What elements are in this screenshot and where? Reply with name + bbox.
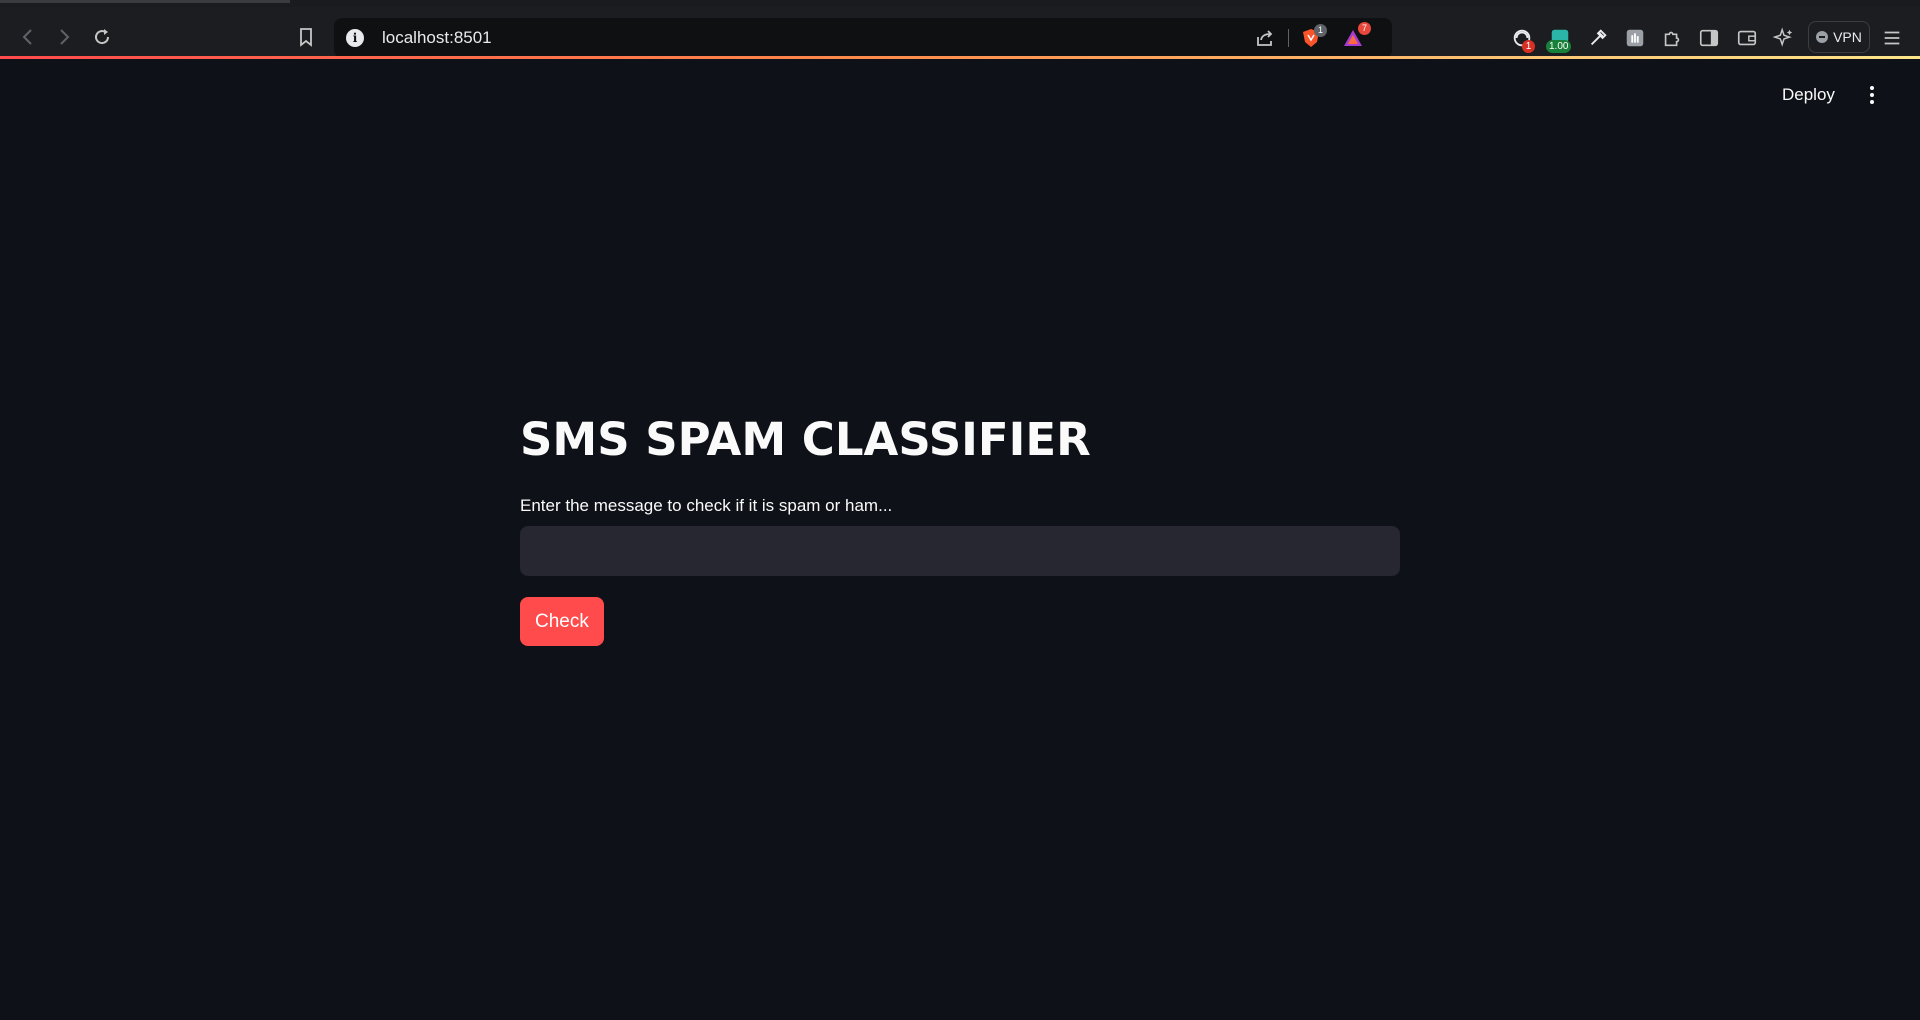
vpn-label: VPN (1833, 29, 1862, 45)
wallet-icon[interactable] (1735, 26, 1759, 50)
url-text[interactable]: localhost:8501 (382, 28, 492, 48)
extension-badge-2: 1.00 (1546, 40, 1572, 53)
deploy-button[interactable]: Deploy (1774, 81, 1843, 109)
bookmark-icon[interactable] (294, 25, 318, 49)
app-header: Deploy (0, 59, 1920, 145)
url-divider (1288, 29, 1289, 47)
vpn-button[interactable]: VPN (1808, 21, 1870, 53)
forward-arrow-icon[interactable] (52, 25, 76, 49)
rewards-count-badge: 7 (1358, 22, 1371, 35)
reload-icon[interactable] (90, 25, 114, 49)
message-input-label: Enter the message to check if it is spam… (520, 496, 893, 515)
leo-ai-icon[interactable] (1772, 26, 1796, 50)
share-icon[interactable] (1254, 27, 1276, 49)
browser-toolbar: i localhost:8501 1 7 1 1.00 VPN (0, 0, 1920, 59)
back-arrow-icon[interactable] (16, 25, 40, 49)
kebab-menu-icon[interactable] (1862, 83, 1882, 107)
address-bar[interactable]: i localhost:8501 1 7 (334, 18, 1392, 58)
extension-badge-1: 1 (1522, 40, 1535, 53)
site-info-icon[interactable]: i (346, 29, 364, 47)
puzzle-extensions-icon[interactable] (1660, 26, 1684, 50)
menu-icon[interactable] (1880, 26, 1904, 50)
main-content: SMS SPAM CLASSIFIER Enter the message to… (520, 400, 1400, 646)
active-tab-indicator[interactable] (0, 0, 290, 3)
message-input[interactable] (520, 526, 1400, 576)
eyedropper-icon[interactable] (1586, 26, 1610, 50)
check-button[interactable]: Check (520, 597, 604, 646)
extension-hand-icon[interactable] (1623, 26, 1647, 50)
tab-strip (0, 0, 1920, 7)
navigation-bar: i localhost:8501 1 7 1 1.00 VPN (0, 7, 1920, 58)
vpn-status-icon (1816, 31, 1829, 43)
page-title: SMS SPAM CLASSIFIER (520, 413, 1091, 466)
shields-count-badge: 1 (1314, 24, 1327, 37)
sidebar-icon[interactable] (1697, 26, 1721, 50)
